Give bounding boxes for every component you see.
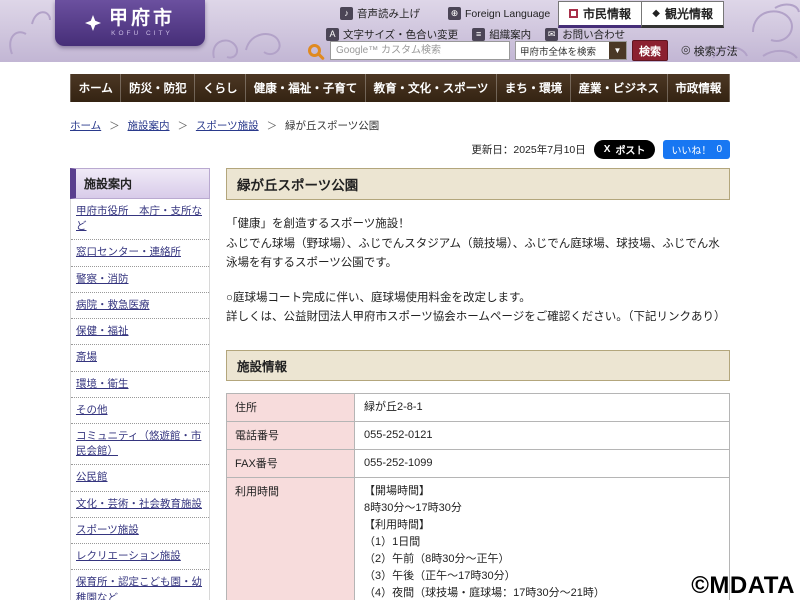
x-post-button[interactable]: X ポスト — [594, 140, 656, 159]
watermark: ©MDATA — [691, 572, 795, 600]
decorative-flourish — [210, 24, 300, 62]
page-title: 緑が丘スポーツ公園 — [226, 168, 730, 200]
breadcrumb-current: 緑が丘スポーツ公園 — [285, 120, 379, 132]
site-header: 甲府市 KOFU CITY ♪ 音声読み上げ ⊕ Foreign Languag… — [0, 0, 800, 62]
nav-item-living[interactable]: くらし — [195, 74, 246, 102]
city-name-en: KOFU CITY — [109, 30, 175, 37]
sidebar-item-culture-education[interactable]: 文化・芸術・社会教育施設 — [71, 492, 209, 518]
table-row-fax: FAX番号 055-252-1099 — [227, 449, 730, 477]
citizen-info-label: 市民情報 — [583, 5, 631, 22]
notice-paragraph: ○庭球場コート完成に伴い、庭球場使用料金を改定します。 詳しくは、公益財団法人甲… — [226, 289, 730, 328]
meta-row: 更新日：2025年7月10日 X ポスト いいね！ 0 — [70, 140, 730, 159]
sidebar-item-sports-facility[interactable]: スポーツ施設 — [71, 518, 209, 544]
search-scope-value: 甲府市全体を検索 — [520, 44, 596, 58]
row-label-phone: 電話番号 — [227, 421, 355, 449]
breadcrumb-separator: ＞ — [177, 120, 188, 132]
search-scope-select[interactable]: 甲府市全体を検索 ▼ — [515, 41, 627, 60]
intro-paragraph: 「健康」を創造するスポーツ施設！ ふじでん球場（野球場）、ふじでんスタジアム（競… — [226, 215, 730, 274]
main-navigation: ホーム 防災・防犯 くらし 健康・福祉・子育て 教育・文化・スポーツ まち・環境… — [70, 74, 730, 102]
sidebar-item-police-fire[interactable]: 警察・消防 — [71, 267, 209, 293]
speaker-icon: ♪ — [340, 7, 353, 20]
sidebar: 施設案内 甲府市役所 本庁・支所など 窓口センター・連絡所 警察・消防 病院・救… — [70, 168, 210, 600]
city-logo[interactable]: 甲府市 KOFU CITY — [55, 0, 205, 46]
diamond-icon: ◆ — [652, 9, 660, 19]
row-label-hours: 利用時間 — [227, 477, 355, 600]
x-icon: X — [604, 144, 611, 155]
globe-icon: ⊕ — [448, 7, 461, 20]
nav-item-education-culture-sports[interactable]: 教育・文化・スポーツ — [366, 74, 497, 102]
search-help-label: 検索方法 — [694, 43, 738, 59]
like-count: 0 — [716, 144, 722, 155]
like-label: いいね！ — [671, 142, 711, 157]
table-row-hours: 利用時間 【開場時間】 8時30分～17時30分 【利用時間】 （1）1日間 （… — [227, 477, 730, 600]
sidebar-item-community[interactable]: コミュニティ（悠遊館・市民会館） — [71, 424, 209, 465]
sidebar-item-recreation[interactable]: レクリエーション施設 — [71, 544, 209, 570]
nav-item-industry-business[interactable]: 産業・ビジネス — [571, 74, 668, 102]
nav-item-disaster-crime[interactable]: 防災・防犯 — [121, 74, 195, 102]
table-row-address: 住所 緑が丘2-8-1 — [227, 393, 730, 421]
search-icon — [308, 44, 321, 57]
facility-info-section-title: 施設情報 — [226, 350, 730, 381]
search-bar: 甲府市全体を検索 ▼ 検索 ◎ 検索方法 — [308, 40, 738, 61]
sidebar-title: 施設案内 — [70, 168, 210, 199]
search-input[interactable] — [330, 41, 510, 60]
updated-date: 更新日：2025年7月10日 — [471, 142, 585, 157]
sidebar-item-funeral-hall[interactable]: 斎場 — [71, 345, 209, 371]
sidebar-item-other[interactable]: その他 — [71, 398, 209, 424]
sidebar-item-environment-sanitation[interactable]: 環境・衛生 — [71, 372, 209, 398]
foreign-language-link[interactable]: ⊕ Foreign Language — [448, 7, 550, 20]
row-value-fax: 055-252-1099 — [355, 449, 730, 477]
table-row-phone: 電話番号 055-252-0121 — [227, 421, 730, 449]
nav-item-home[interactable]: ホーム — [70, 74, 121, 102]
main-column: 緑が丘スポーツ公園 「健康」を創造するスポーツ施設！ ふじでん球場（野球場）、ふ… — [226, 168, 730, 600]
row-label-address: 住所 — [227, 393, 355, 421]
row-value-hours: 【開場時間】 8時30分～17時30分 【利用時間】 （1）1日間 （2）午前（… — [355, 477, 730, 600]
foreign-language-label: Foreign Language — [465, 8, 550, 20]
nav-item-health-welfare-childcare[interactable]: 健康・福祉・子育て — [246, 74, 366, 102]
citizen-info-icon — [569, 9, 578, 18]
breadcrumb-separator: ＞ — [109, 120, 120, 132]
search-button[interactable]: 検索 — [632, 40, 668, 61]
citizen-info-button[interactable]: 市民情報 — [558, 1, 642, 28]
sidebar-item-community-center[interactable]: 公民館 — [71, 465, 209, 491]
help-target-icon: ◎ — [681, 45, 691, 56]
city-logo-text: 甲府市 KOFU CITY — [109, 9, 175, 37]
chevron-down-icon: ▼ — [609, 42, 626, 59]
sidebar-item-service-centers[interactable]: 窓口センター・連絡所 — [71, 240, 209, 266]
sidebar-item-city-hall[interactable]: 甲府市役所 本庁・支所など — [71, 199, 209, 240]
decorative-flourish — [6, 4, 52, 58]
sidebar-item-health-welfare[interactable]: 保健・福祉 — [71, 319, 209, 345]
audio-readout-link[interactable]: ♪ 音声読み上げ — [340, 6, 420, 21]
breadcrumb-separator: ＞ — [267, 120, 278, 132]
facility-info-table: 住所 緑が丘2-8-1 電話番号 055-252-0121 FAX番号 055-… — [226, 393, 730, 600]
sidebar-item-childcare-facilities[interactable]: 保育所・認定こども園・幼稚園など — [71, 570, 209, 600]
sidebar-item-hospitals-emergency[interactable]: 病院・救急医療 — [71, 293, 209, 319]
utility-links-row1: ♪ 音声読み上げ ⊕ Foreign Language — [340, 6, 550, 21]
breadcrumb-home[interactable]: ホーム — [70, 120, 101, 132]
search-help-link[interactable]: ◎ 検索方法 — [681, 43, 738, 59]
row-value-phone: 055-252-0121 — [355, 421, 730, 449]
row-value-address: 緑が丘2-8-1 — [355, 393, 730, 421]
content-area: 施設案内 甲府市役所 本庁・支所など 窓口センター・連絡所 警察・消防 病院・救… — [70, 168, 730, 600]
sidebar-list: 甲府市役所 本庁・支所など 窓口センター・連絡所 警察・消防 病院・救急医療 保… — [70, 199, 210, 600]
row-label-fax: FAX番号 — [227, 449, 355, 477]
breadcrumb-facility-guide[interactable]: 施設案内 — [128, 120, 170, 132]
tourist-info-button[interactable]: ◆ 観光情報 — [641, 1, 724, 28]
tourist-info-label: 観光情報 — [665, 5, 713, 22]
nav-item-city-government[interactable]: 市政情報 — [668, 74, 730, 102]
x-post-label: ポスト — [615, 142, 645, 157]
page-root: 甲府市 KOFU CITY ♪ 音声読み上げ ⊕ Foreign Languag… — [0, 0, 800, 600]
city-crest-icon — [85, 15, 101, 31]
nav-item-town-environment[interactable]: まち・環境 — [497, 74, 571, 102]
facebook-like-button[interactable]: いいね！ 0 — [663, 140, 730, 159]
audio-readout-label: 音声読み上げ — [357, 6, 420, 21]
breadcrumb-sports-facility[interactable]: スポーツ施設 — [196, 120, 259, 132]
search-icon-handle — [317, 53, 325, 61]
breadcrumb: ホーム ＞ 施設案内 ＞ スポーツ施設 ＞ 緑が丘スポーツ公園 — [70, 118, 730, 133]
city-name: 甲府市 — [109, 9, 175, 30]
